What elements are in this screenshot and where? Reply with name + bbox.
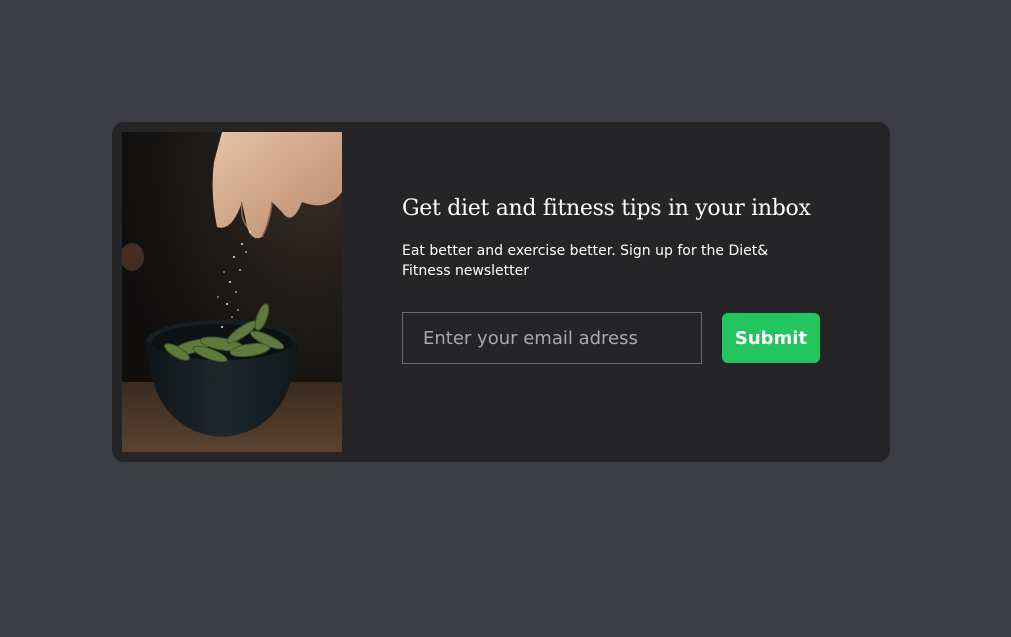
signup-form: Submit — [402, 312, 832, 364]
email-input[interactable] — [402, 312, 702, 364]
edamame-photo — [122, 132, 342, 452]
newsletter-card: Get diet and fitness tips in your inbox … — [112, 122, 890, 462]
submit-button[interactable]: Submit — [722, 313, 820, 363]
newsletter-content: Get diet and fitness tips in your inbox … — [402, 194, 842, 364]
newsletter-description: Eat better and exercise better. Sign up … — [402, 243, 769, 279]
newsletter-title: Get diet and fitness tips in your inbox — [402, 196, 811, 221]
